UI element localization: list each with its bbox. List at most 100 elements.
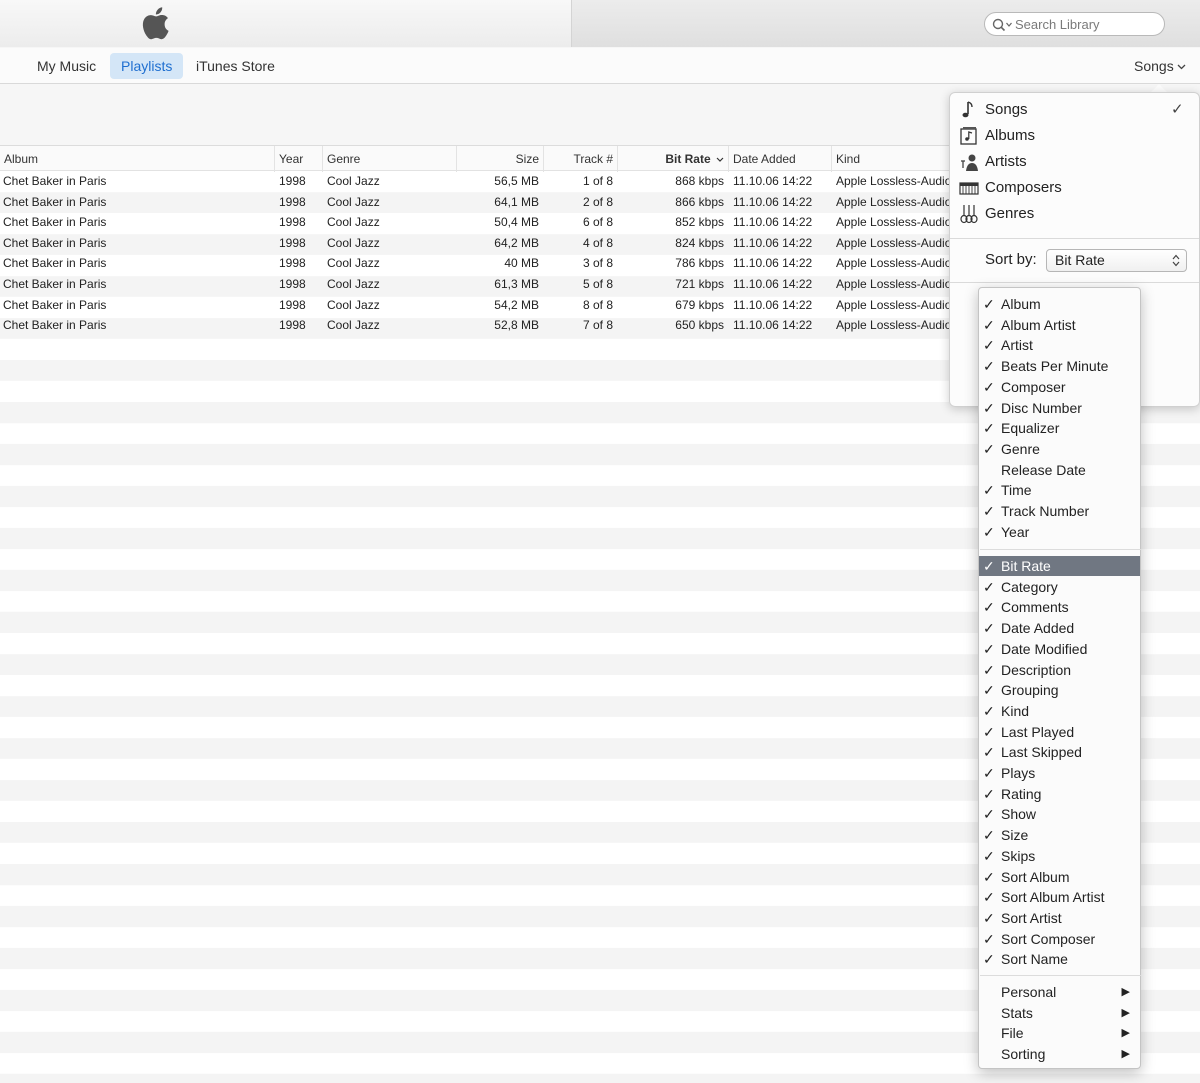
view-item-artists[interactable]: Artists [959,149,1191,175]
menu-item-label: Sort Name [1001,951,1068,968]
cell-album: Chet Baker in Paris [3,277,107,291]
menu-item-description[interactable]: ✓ Description [979,660,1140,680]
cell-size: 40 MB [504,256,539,271]
search-input[interactable] [1015,16,1160,33]
checkmark-icon: ✓ [983,682,995,699]
menu-item-year[interactable]: ✓ Year [979,522,1140,542]
view-switch-button[interactable]: Songs [1134,53,1186,79]
menu-item-rating[interactable]: ✓ Rating [979,784,1140,804]
tab-playlists[interactable]: Playlists [110,53,184,79]
menu-item-plays[interactable]: ✓ Plays [979,763,1140,783]
checkmark-icon: ✓ [1171,101,1184,118]
menu-item-date-added[interactable]: ✓ Date Added [979,618,1140,638]
menu-item-sort-album[interactable]: ✓ Sort Album [979,867,1140,887]
menu-item-last-played[interactable]: ✓ Last Played [979,722,1140,742]
cell-bit-rate: 721 kbps [675,277,724,291]
menu-item-category[interactable]: ✓ Category [979,577,1140,597]
menu-item-size[interactable]: ✓ Size [979,825,1140,845]
menu-item-release-date[interactable]: Release Date [979,460,1140,480]
checkmark-icon: ✓ [983,378,995,395]
menu-item-label: Date Modified [1001,640,1088,657]
menu-item-album[interactable]: ✓ Album [979,294,1140,314]
menu-item-composer[interactable]: ✓ Composer [979,377,1140,397]
piano-icon [959,182,979,195]
tab-my-music[interactable]: My Music [26,53,107,79]
tab-itunes-store[interactable]: iTunes Store [185,53,286,79]
submenu-arrow-icon: ▶ [1121,1048,1130,1061]
menu-item-album-artist[interactable]: ✓ Album Artist [979,315,1140,335]
column-header-date-added[interactable]: Date Added [729,146,832,172]
search-icon[interactable] [991,17,1015,33]
menu-item-date-modified[interactable]: ✓ Date Modified [979,639,1140,659]
column-visibility-menu: ✓ Album ✓ Album Artist ✓ Artist ✓ Beats Per Min… [978,287,1141,1069]
menu-item-bit-rate[interactable]: ✓ Bit Rate [979,556,1140,576]
menu-item-comments[interactable]: ✓ Comments [979,597,1140,617]
checkmark-icon: ✓ [983,358,995,375]
submenu-arrow-icon: ▶ [1121,1006,1130,1019]
divider [950,282,1199,283]
cell-bit-rate: 650 kbps [675,318,724,333]
view-item-label: Songs [985,101,1028,118]
sort-by-select[interactable]: Bit Rate [1046,249,1187,272]
menu-item-file[interactable]: File ▶ [979,1023,1140,1043]
menu-item-skips[interactable]: ✓ Skips [979,846,1140,866]
menu-item-sorting[interactable]: Sorting ▶ [979,1044,1140,1064]
checkmark-icon: ✓ [983,930,995,947]
cell-date-added: 11.10.06 14:22 [733,215,813,230]
menu-item-disc-number[interactable]: ✓ Disc Number [979,398,1140,418]
cell-year: 1998 [279,174,306,188]
menu-item-genre[interactable]: ✓ Genre [979,439,1140,459]
cell-size: 61,3 MB [494,277,539,291]
menu-item-label: File [1001,1025,1024,1042]
cell-genre: Cool Jazz [327,297,380,312]
view-item-albums[interactable]: Albums [959,123,1191,149]
view-item-label: Albums [985,127,1036,144]
menu-item-track-number[interactable]: ✓ Track Number [979,501,1140,521]
column-header-year[interactable]: Year [275,146,323,172]
cell-year: 1998 [279,235,306,250]
artist-icon [961,154,978,171]
cell-track: 5 of 8 [582,277,613,291]
menu-item-label: Equalizer [1001,420,1060,437]
cell-album: Chet Baker in Paris [3,194,107,209]
column-header-size[interactable]: Size [457,146,544,172]
menu-item-label: Disc Number [1001,399,1082,416]
cell-date-added: 11.10.06 14:22 [733,256,813,271]
column-header-album[interactable]: Album [0,146,275,172]
submenu-arrow-icon: ▶ [1121,986,1130,998]
menu-item-label: Artist [1001,337,1033,354]
menu-item-label: Beats Per Minute [1001,358,1109,375]
menu-item-label: Sort Artist [1001,909,1062,926]
menu-item-sort-album-artist[interactable]: ✓ Sort Album Artist [979,887,1140,907]
menu-item-beats-per-minute[interactable]: ✓ Beats Per Minute [979,356,1140,376]
menu-item-grouping[interactable]: ✓ Grouping [979,680,1140,700]
menu-separator [980,975,1141,976]
column-header-bit-rate[interactable]: Bit Rate [618,146,729,172]
menu-item-equalizer[interactable]: ✓ Equalizer [979,418,1140,438]
menu-item-label: Genre [1001,440,1040,457]
menu-item-time[interactable]: ✓ Time [979,480,1140,500]
cell-date-added: 11.10.06 14:22 [733,297,813,312]
menu-item-show[interactable]: ✓ Show [979,804,1140,824]
search-box[interactable] [984,12,1165,36]
menu-item-sort-name[interactable]: ✓ Sort Name [979,949,1140,969]
toolbar [0,0,1200,47]
divider [950,238,1199,239]
menu-item-stats[interactable]: Stats ▶ [979,1003,1140,1023]
column-header-genre[interactable]: Genre [323,146,457,172]
menu-item-kind[interactable]: ✓ Kind [979,701,1140,721]
checkmark-icon: ✓ [983,296,995,312]
menu-item-label: Show [1001,806,1037,823]
menu-item-artist[interactable]: ✓ Artist [979,335,1140,355]
view-item-genres[interactable]: Genres [959,201,1191,227]
menu-item-personal[interactable]: Personal ▶ [979,982,1140,1002]
view-item-songs[interactable]: Songs [959,97,1191,123]
menu-item-label: Skips [1001,847,1036,864]
menu-item-sort-composer[interactable]: ✓ Sort Composer [979,929,1140,949]
menu-item-label: Bit Rate [1001,558,1051,574]
menu-item-sort-artist[interactable]: ✓ Sort Artist [979,908,1140,928]
view-item-composers[interactable]: Composers [959,175,1191,201]
guitars-icon [960,205,978,224]
menu-item-last-skipped[interactable]: ✓ Last Skipped [979,742,1140,762]
column-header-track[interactable]: Track # [544,146,618,172]
